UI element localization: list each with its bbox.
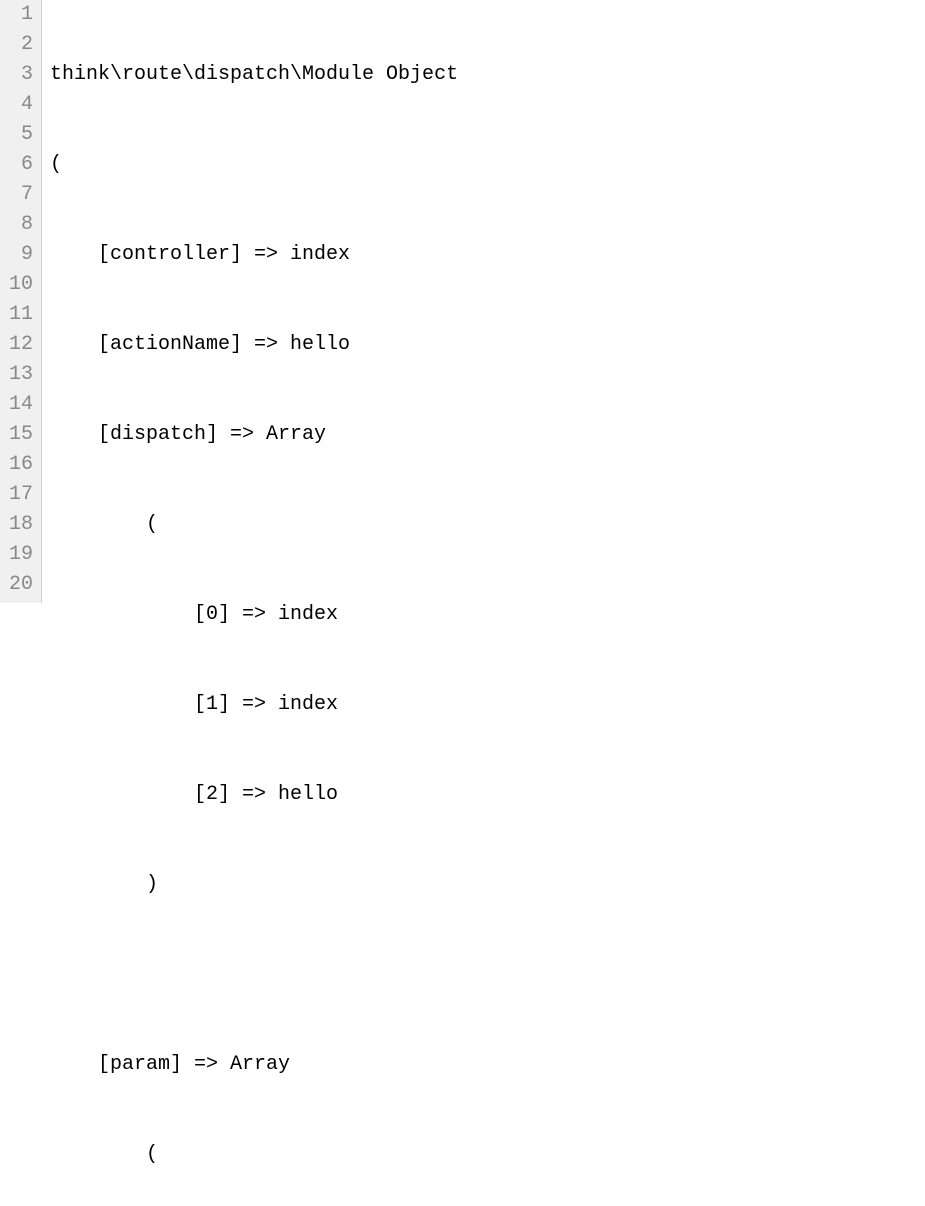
code-line: [controller] => index <box>50 240 458 270</box>
code-line: [actionName] => hello <box>50 330 458 360</box>
code-line: ( <box>50 1140 458 1170</box>
code-line: [dispatch] => Array <box>50 420 458 450</box>
code-content[interactable]: think\route\dispatch\Module Object ( [co… <box>42 0 458 603</box>
line-number: 20 <box>4 570 33 600</box>
line-number: 5 <box>4 120 33 150</box>
code-line: ( <box>50 150 458 180</box>
line-number: 12 <box>4 330 33 360</box>
line-number: 15 <box>4 420 33 450</box>
code-line <box>50 960 458 990</box>
line-number: 14 <box>4 390 33 420</box>
line-number: 9 <box>4 240 33 270</box>
line-number: 1 <box>4 0 33 30</box>
code-line: [0] => index <box>50 600 458 630</box>
line-number: 11 <box>4 300 33 330</box>
code-line: [1] => index <box>50 690 458 720</box>
code-editor: 1 2 3 4 5 6 7 8 9 10 11 12 13 14 15 16 1… <box>0 0 925 603</box>
line-number: 13 <box>4 360 33 390</box>
line-number: 7 <box>4 180 33 210</box>
line-number: 10 <box>4 270 33 300</box>
code-line: [2] => hello <box>50 780 458 810</box>
code-line: [param] => Array <box>50 1050 458 1080</box>
line-number: 8 <box>4 210 33 240</box>
line-number: 4 <box>4 90 33 120</box>
line-number: 6 <box>4 150 33 180</box>
line-number: 17 <box>4 480 33 510</box>
line-number: 19 <box>4 540 33 570</box>
code-line: think\route\dispatch\Module Object <box>50 60 458 90</box>
code-line: ) <box>50 870 458 900</box>
line-number-gutter: 1 2 3 4 5 6 7 8 9 10 11 12 13 14 15 16 1… <box>0 0 42 603</box>
line-number: 3 <box>4 60 33 90</box>
line-number: 16 <box>4 450 33 480</box>
line-number: 18 <box>4 510 33 540</box>
code-line: ( <box>50 510 458 540</box>
line-number: 2 <box>4 30 33 60</box>
